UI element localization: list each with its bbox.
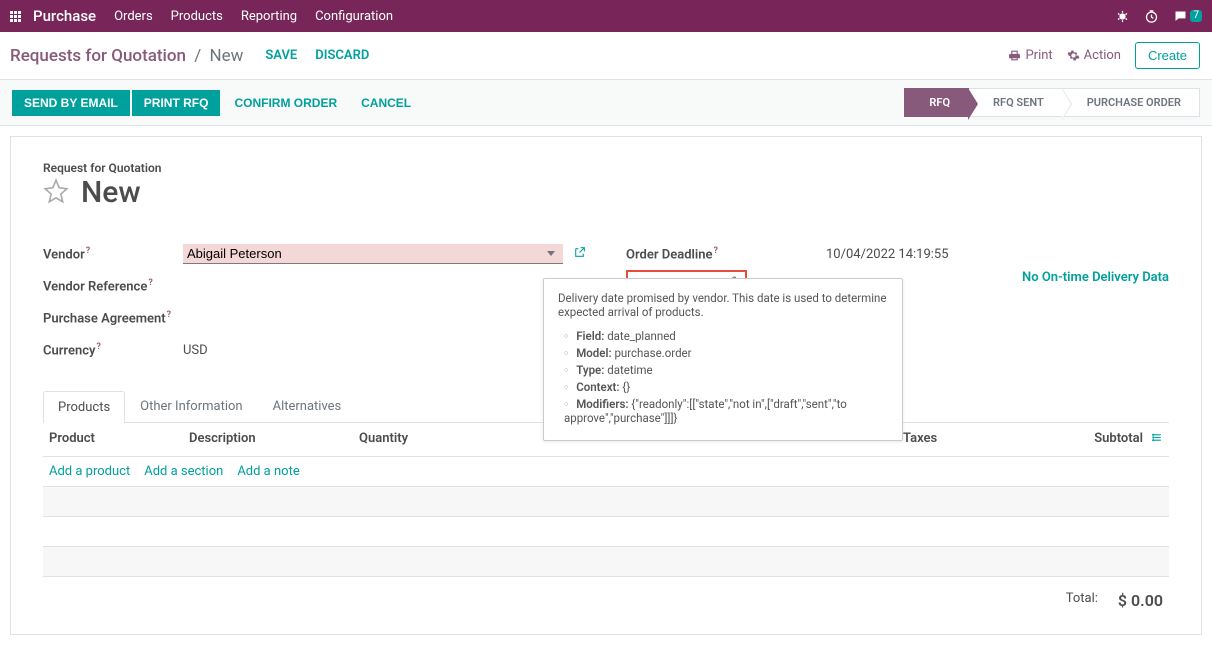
caret-down-icon[interactable]: [547, 251, 555, 256]
confirm-order-button[interactable]: CONFIRM ORDER: [222, 90, 349, 116]
label-order-deadline: Order Deadline?: [626, 246, 766, 262]
printer-icon: [1008, 49, 1021, 62]
tab-alternatives[interactable]: Alternatives: [258, 390, 357, 422]
add-product-link[interactable]: Add a product: [49, 464, 130, 479]
stage-rfq[interactable]: RFQ: [904, 88, 969, 117]
page-title: New: [81, 175, 141, 210]
tab-other-info[interactable]: Other Information: [125, 390, 257, 422]
tab-products[interactable]: Products: [43, 391, 125, 423]
label-vendor: Vendor?: [43, 246, 183, 262]
menu-orders[interactable]: Orders: [114, 9, 153, 24]
total-label: Total:: [1066, 591, 1098, 610]
menu-reporting[interactable]: Reporting: [241, 9, 297, 24]
print-rfq-button[interactable]: PRINT RFQ: [132, 90, 221, 116]
col-quantity: Quantity: [359, 431, 439, 448]
col-subtotal: Subtotal: [1063, 431, 1143, 448]
gear-icon: [1067, 49, 1080, 62]
vendor-input[interactable]: [187, 246, 543, 261]
stage-rfq-sent[interactable]: RFQ SENT: [969, 88, 1063, 117]
cancel-button[interactable]: CANCEL: [349, 90, 423, 116]
breadcrumb: Requests for Quotation / New: [10, 46, 243, 66]
col-product: Product: [49, 431, 189, 448]
col-description: Description: [189, 431, 359, 448]
total-value: $ 0.00: [1118, 591, 1163, 610]
label-purchase-agreement: Purchase Agreement?: [43, 310, 203, 326]
menu-products[interactable]: Products: [171, 9, 223, 24]
label-currency: Currency?: [43, 342, 183, 358]
clock-icon[interactable]: [1144, 9, 1159, 24]
add-section-link[interactable]: Add a section: [144, 464, 223, 479]
stage-purchase-order[interactable]: PURCHASE ORDER: [1063, 88, 1200, 117]
vendor-external-link[interactable]: [573, 246, 586, 263]
vendor-select[interactable]: [183, 244, 563, 264]
discard-button[interactable]: DISCARD: [315, 48, 369, 63]
create-button[interactable]: Create: [1135, 42, 1200, 69]
breadcrumb-current: New: [209, 46, 243, 66]
app-brand: Purchase: [33, 7, 96, 25]
breadcrumb-root[interactable]: Requests for Quotation: [10, 46, 186, 66]
currency-value: USD: [183, 343, 586, 358]
favorite-star-icon[interactable]: [43, 178, 69, 208]
chat-icon[interactable]: 7: [1173, 9, 1202, 24]
save-button[interactable]: SAVE: [265, 48, 297, 63]
form-subtitle: Request for Quotation: [43, 161, 1169, 175]
label-vendor-ref: Vendor Reference?: [43, 278, 183, 294]
order-deadline-value: 10/04/2022 14:19:55: [766, 247, 1169, 262]
print-button[interactable]: Print: [1008, 48, 1052, 63]
apps-grid-icon[interactable]: [10, 11, 21, 22]
chat-badge: 7: [1190, 10, 1202, 22]
column-settings-icon[interactable]: [1143, 431, 1163, 448]
bug-icon[interactable]: [1115, 9, 1130, 24]
add-note-link[interactable]: Add a note: [237, 464, 299, 479]
menu-configuration[interactable]: Configuration: [315, 9, 393, 24]
col-taxes: Taxes: [903, 431, 1063, 448]
status-stages: RFQ RFQ SENT PURCHASE ORDER: [904, 88, 1200, 117]
action-dropdown[interactable]: Action: [1067, 48, 1121, 63]
field-tooltip: Delivery date promised by vendor. This d…: [543, 278, 903, 441]
send-by-email-button[interactable]: SEND BY EMAIL: [12, 90, 130, 116]
